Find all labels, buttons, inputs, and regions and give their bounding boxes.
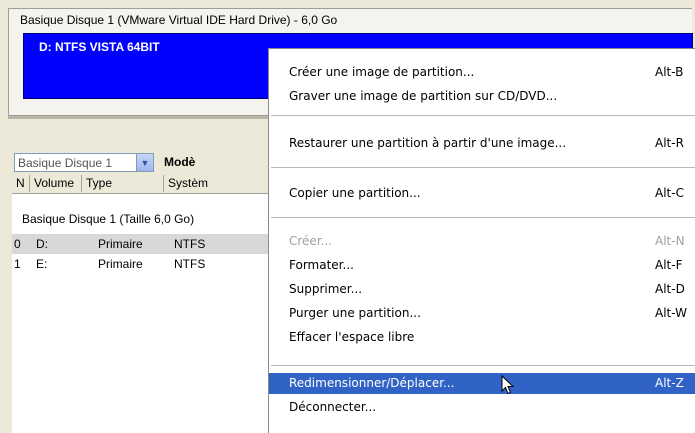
menu-separator: [271, 115, 695, 116]
menu-item-wipe-partition[interactable]: Purger une partition... Alt-W: [269, 303, 695, 324]
menu-separator: [271, 217, 695, 218]
cell-volume: D:: [36, 237, 48, 251]
menu-item-resize-move[interactable]: Redimensionner/Déplacer... Alt-Z: [269, 373, 695, 395]
shortcut: Alt-W: [655, 306, 687, 320]
shortcut: Alt-C: [655, 186, 684, 200]
disk-group-label: Basique Disque 1 (Taille 6,0 Go): [22, 212, 195, 226]
partition-label: D: NTFS VISTA 64BIT: [39, 40, 160, 54]
column-header-system[interactable]: Systèm: [164, 175, 272, 192]
menu-item-create[interactable]: Créer... Alt-N: [269, 231, 695, 252]
shortcut: Alt-F: [655, 258, 683, 272]
panel-divider: [8, 116, 270, 119]
chevron-down-icon[interactable]: ▼: [136, 154, 153, 171]
table-row[interactable]: 1 E: Primaire NTFS: [12, 254, 272, 274]
partition-list-header: N Volume Type Systèm: [12, 175, 272, 194]
menu-item-delete[interactable]: Supprimer... Alt-D: [269, 279, 695, 300]
cell-type: Primaire: [98, 237, 143, 251]
menu-item-burn-image[interactable]: Graver une image de partition sur CD/DVD…: [269, 86, 695, 107]
menu-item-format[interactable]: Formater... Alt-F: [269, 255, 695, 276]
disk-select[interactable]: Basique Disque 1 ▼: [14, 153, 154, 172]
shortcut: Alt-D: [655, 282, 685, 296]
cell-n: 1: [14, 257, 21, 271]
cell-volume: E:: [36, 257, 48, 271]
menu-item-restore-partition[interactable]: Restaurer une partition à partir d'une i…: [269, 133, 695, 154]
menu-item-create-image[interactable]: Créer une image de partition... Alt-B: [269, 62, 695, 83]
mouse-pointer-icon: [501, 375, 515, 395]
shortcut: Alt-Z: [655, 376, 684, 390]
cell-type: Primaire: [98, 257, 143, 271]
menu-item-wipe-free-space[interactable]: Effacer l'espace libre: [269, 327, 695, 348]
cell-fs: NTFS: [174, 257, 206, 271]
shortcut: Alt-B: [655, 65, 684, 79]
cell-fs: NTFS: [174, 237, 206, 251]
menu-separator: [271, 365, 695, 366]
table-row[interactable]: 0 D: Primaire NTFS: [12, 234, 272, 254]
shortcut: Alt-N: [655, 234, 685, 248]
context-menu: Créer une image de partition... Alt-B Gr…: [268, 48, 695, 433]
menu-item-copy-partition[interactable]: Copier une partition... Alt-C: [269, 183, 695, 204]
menu-item-disconnect[interactable]: Déconnecter...: [269, 397, 695, 418]
disk-select-value: Basique Disque 1: [18, 156, 113, 170]
cell-n: 0: [14, 237, 21, 251]
partition-list: [12, 194, 272, 433]
shortcut: Alt-R: [655, 136, 684, 150]
disk-map-title: Basique Disque 1 (VMware Virtual IDE Har…: [20, 13, 338, 27]
column-header-n[interactable]: N: [12, 175, 30, 192]
column-header-volume[interactable]: Volume: [30, 175, 82, 192]
model-label: Modè: [164, 155, 196, 169]
column-header-type[interactable]: Type: [82, 175, 164, 192]
menu-separator: [271, 167, 695, 168]
